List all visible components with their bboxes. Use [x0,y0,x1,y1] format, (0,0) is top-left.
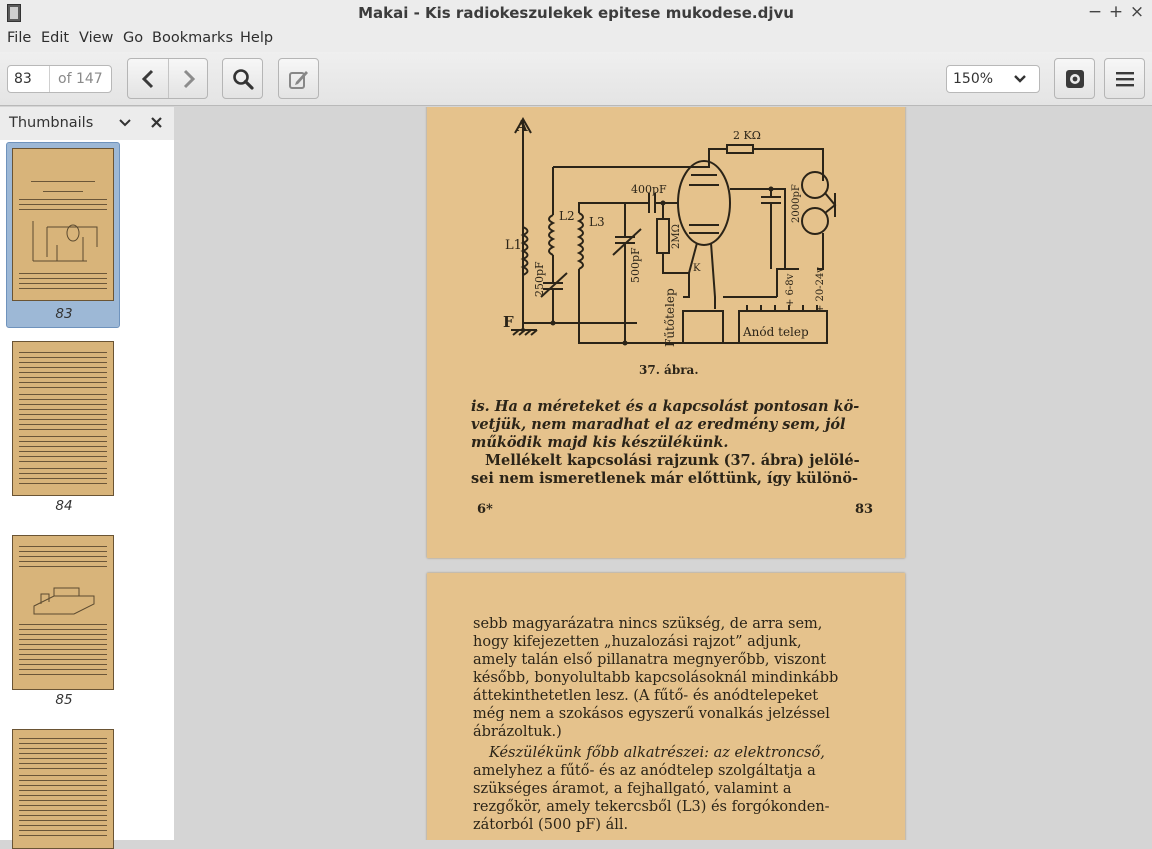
settings-button[interactable] [1054,58,1095,99]
close-sidebar-icon[interactable] [151,117,162,128]
thumbnail-image [12,729,114,849]
chevron-left-icon [141,69,154,88]
text-line: sebb magyarázatra nincs szükség, de arra… [473,616,823,632]
text-line: ábrázoltuk.) [473,724,562,740]
menu-bookmarks[interactable]: Bookmarks [152,30,233,46]
label-anodtelep: Anód telep [743,325,809,339]
label-l1: L1 [505,238,522,253]
menu-view[interactable]: View [79,30,113,46]
text-line: sei nem ismeretlenek már előttünk, így k… [471,470,859,487]
text-line: hogy kifejezetten „huzalozási rajzot” ad… [473,634,802,650]
thumbnail-image [12,148,114,301]
text-line: vetjük, nem maradhat el az eredmény sem,… [471,416,846,433]
label-antenna: A [516,117,528,135]
title-bar: Makai - Kis radiokeszulekek epitese muko… [0,0,1152,26]
menu-file[interactable]: File [7,30,31,46]
menu-bar: File Edit View Go Bookmarks Help [0,26,1152,52]
toolbar: 83 of 147 150% [0,52,1152,106]
window-title: Makai - Kis radiokeszulekek epitese muko… [358,4,794,22]
edit-icon [288,70,308,89]
chassis-sketch-thumbnail [33,587,95,615]
figure-caption: 37. ábra. [639,363,699,377]
label-ground: F [503,313,514,331]
page-total-label: of 147 [58,71,103,87]
close-button[interactable]: × [1126,2,1148,22]
sidebar-header: Thumbnails [0,107,174,140]
menu-go[interactable]: Go [123,30,143,46]
thumbnail-label: 85 [55,692,73,708]
label-400pf: 400pF [631,183,667,196]
label-500pf: 500pF [629,247,642,283]
page-84: sebb magyarázatra nincs szükség, de arra… [427,573,905,840]
label-k: K [693,263,701,274]
text-line: zátorból (500 pF) áll. [473,817,629,833]
label-2k-ohm: 2 KΩ [733,129,761,142]
label-20-24v: + 20-24v [815,266,826,313]
chevron-right-icon [183,69,196,88]
label-250pf: 250pF [533,261,546,297]
thumbnail-image [12,535,114,690]
text-line: még nem a szokásos egyszerű vonalkás jel… [473,706,830,722]
label-2000pf: 2000pF [791,184,802,223]
page-footer-signature: 6* [477,502,493,517]
page-selector[interactable]: 83 of 147 [7,65,112,93]
hamburger-menu-icon [1115,71,1134,86]
menu-edit[interactable]: Edit [41,30,69,46]
label-2m-ohm: 2MΩ [671,224,682,249]
label-l2: L2 [559,209,575,223]
text-line: Mellékelt kapcsolási rajzunk (37. ábra) … [485,452,860,469]
circuit-thumbnail [32,221,98,262]
text-line: működik majd kis készülékünk. [471,434,729,451]
text-line: szükséges áramot, a fejhallgató, valamin… [473,781,792,797]
main-menu-button[interactable] [1104,58,1145,99]
annotate-button[interactable] [278,58,319,99]
maximize-button[interactable]: + [1105,2,1127,22]
thumbnail-83[interactable]: 83 [6,142,120,328]
label-6-8v: + 6-8v [785,273,796,307]
text-line: is. Ha a méreteket és a kapcsolást ponto… [471,398,860,415]
text-line: rezgőkör, amely tekercsből (L3) és forgó… [473,799,830,815]
chevron-down-icon [1014,75,1026,83]
gear-icon [1065,69,1084,88]
zoom-value: 150% [953,71,994,87]
minimize-button[interactable]: − [1084,2,1106,22]
page-navigation [127,58,208,99]
text-line: amelyhez a fűtő- és az anódtelep szolgál… [473,763,816,779]
menu-help[interactable]: Help [240,30,273,46]
page-83: A F L1 L2 L3 250pF 400pF 500pF 2MΩ 2 KΩ … [427,107,905,558]
text-line: Készülékünk főbb alkatrészei: az elektro… [489,745,825,761]
page-number: 83 [855,502,874,517]
text-line: amely talán első pillanatra megnyerőbb, … [473,652,826,668]
sidebar-title: Thumbnails [9,115,94,131]
search-button[interactable] [222,58,263,99]
circuit-diagram-37 [511,116,837,346]
label-l3: L3 [589,215,605,229]
zoom-select[interactable]: 150% [946,65,1040,93]
page-number-input[interactable]: 83 [8,66,50,92]
next-page-button[interactable] [169,59,209,98]
thumbnail-label: 83 [55,306,73,322]
search-icon [232,68,254,90]
document-view[interactable]: A F L1 L2 L3 250pF 400pF 500pF 2MΩ 2 KΩ … [174,107,1152,840]
thumbnail-image [12,341,114,496]
thumbnail-label: 84 [55,498,73,514]
label-futotelep: Fűtőtelep [663,288,677,347]
thumbnails-sidebar: Thumbnails 83 84 85 [0,107,174,849]
sidebar-dropdown-icon[interactable] [119,119,131,127]
previous-page-button[interactable] [128,59,168,98]
text-line: később, bonyolultabb kapcsolásoknál mind… [473,670,839,686]
text-line: áttekinthetetlen lesz. (A fűtő- és anódt… [473,688,819,704]
